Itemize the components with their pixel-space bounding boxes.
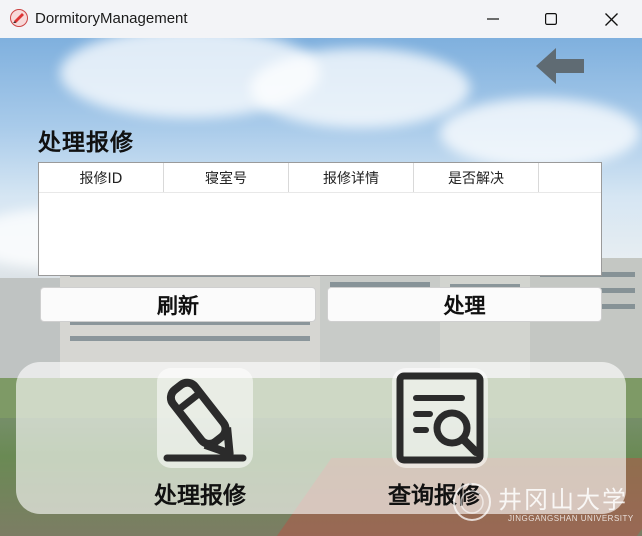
column-header-room-number[interactable]: 寝室号 xyxy=(164,163,289,192)
process-button[interactable]: 处理 xyxy=(327,287,602,322)
table-header: 报修ID 寝室号 报修详情 是否解决 xyxy=(39,163,601,193)
maximize-button[interactable] xyxy=(528,0,574,38)
pencil-icon xyxy=(163,378,247,462)
pencil-icon-container xyxy=(157,368,253,468)
close-icon xyxy=(604,12,618,26)
process-repair-tile[interactable] xyxy=(150,368,260,468)
main-content: 处理报修 报修ID 寝室号 报修详情 是否解决 刷新 处理 处理报修 查询报修 … xyxy=(0,38,642,536)
university-watermark: 井冈山大学 xyxy=(498,486,628,514)
column-header-repair-id[interactable]: 报修ID xyxy=(39,163,164,192)
refresh-button[interactable]: 刷新 xyxy=(40,287,316,322)
title-bar: DormitoryManagement xyxy=(0,0,642,38)
back-arrow-icon[interactable] xyxy=(530,42,590,90)
document-search-icon-container xyxy=(392,368,488,468)
background-cloud xyxy=(250,48,470,128)
query-repair-tile[interactable] xyxy=(385,368,495,468)
process-repair-tile-label[interactable]: 处理报修 xyxy=(154,476,246,510)
column-header-repair-details[interactable]: 报修详情 xyxy=(289,163,414,192)
maximize-icon xyxy=(545,13,557,25)
app-logo-icon xyxy=(10,9,28,27)
repair-table[interactable]: 报修ID 寝室号 报修详情 是否解决 xyxy=(38,162,602,276)
university-seal-logo xyxy=(453,483,491,521)
column-header-resolved[interactable]: 是否解决 xyxy=(414,163,539,192)
page-title: 处理报修 xyxy=(38,129,134,156)
document-search-icon xyxy=(396,372,484,464)
minimize-icon xyxy=(487,18,499,20)
university-watermark-subtitle: JINGGANGSHAN UNIVERSITY xyxy=(508,514,634,523)
app-window: DormitoryManagement 处理报修 报修ID 寝室号 报修详情 是… xyxy=(0,0,642,536)
minimize-button[interactable] xyxy=(470,0,516,38)
background-cloud xyxy=(440,98,640,168)
close-button[interactable] xyxy=(588,0,634,38)
window-title: DormitoryManagement xyxy=(35,10,188,27)
